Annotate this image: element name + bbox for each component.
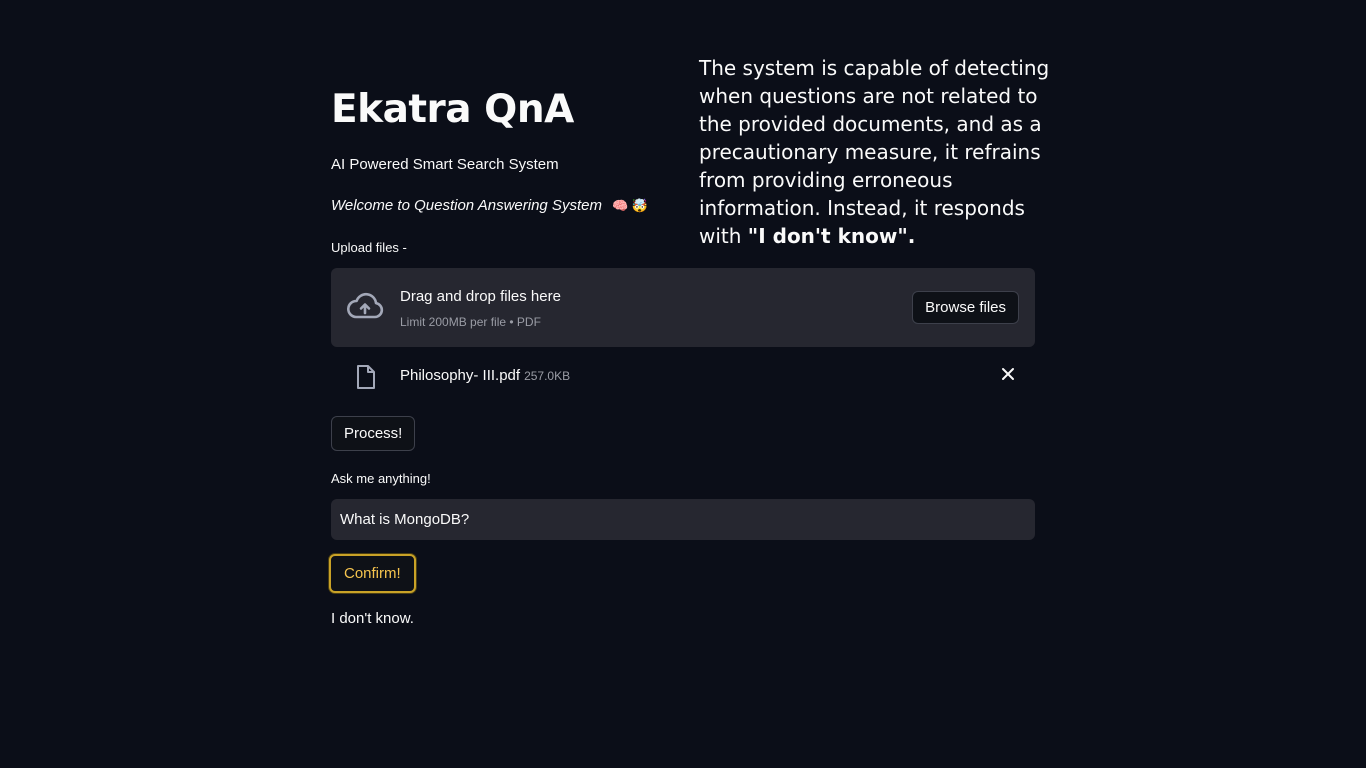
process-button[interactable]: Process! [331,416,416,451]
confirm-button[interactable]: Confirm! [329,554,416,593]
browse-files-button[interactable]: Browse files [912,291,1019,324]
uploaded-file-size: 257.0KB [524,369,571,383]
dropzone-title: Drag and drop files here [400,288,561,305]
uploaded-file-name: Philosophy- III.pdf [400,367,521,384]
cloud-upload-icon [347,292,384,319]
info-note-text: The system is capable of detecting when … [699,56,1050,248]
page-title: Ekatra QnA [331,87,574,132]
info-note: The system is capable of detecting when … [699,54,1071,250]
uploaded-file-row: Philosophy- III.pdf 257.0KB [331,358,1035,394]
info-note-emphasis: "I don't know". [747,224,916,248]
file-icon [357,365,375,389]
uploaded-file-info: Philosophy- III.pdf 257.0KB [400,367,570,384]
question-label: Ask me anything! [331,471,431,486]
upload-label: Upload files - [331,240,407,255]
question-input[interactable] [331,499,1035,540]
page-subtitle: AI Powered Smart Search System [331,156,559,173]
welcome-emoji: 🧠 🤯 [611,198,648,213]
answer-text: I don't know. [331,610,414,627]
dropzone-limit: Limit 200MB per file • PDF [400,315,541,329]
file-dropzone[interactable]: Drag and drop files here Limit 200MB per… [331,268,1035,347]
welcome-text: Welcome to Question Answering System [331,197,602,214]
close-icon[interactable] [1001,367,1015,381]
welcome-message: Welcome to Question Answering System 🧠 🤯 [331,197,648,214]
